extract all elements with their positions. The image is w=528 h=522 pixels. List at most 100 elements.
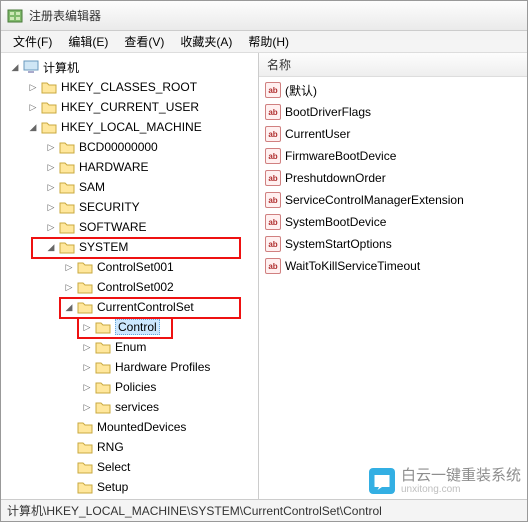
menu-file[interactable]: 文件(F) xyxy=(5,31,60,52)
tree-node-sam[interactable]: ▷ SAM xyxy=(1,177,258,197)
tree-label: ControlSet001 xyxy=(97,260,174,274)
no-toggle xyxy=(63,441,75,453)
tree-node-hwprofiles[interactable]: ▷ Hardware Profiles xyxy=(1,357,258,377)
expand-icon[interactable]: ▷ xyxy=(63,261,75,273)
tree-node-security[interactable]: ▷ SECURITY xyxy=(1,197,258,217)
value-name: BootDriverFlags xyxy=(285,105,371,119)
folder-icon xyxy=(95,380,111,394)
collapse-icon[interactable]: ◢ xyxy=(9,61,21,73)
tree-label: MountedDevices xyxy=(97,420,186,434)
tree-label: RNG xyxy=(97,440,124,454)
tree-node-enum[interactable]: ▷ Enum xyxy=(1,337,258,357)
tree-label: SOFTWARE xyxy=(79,220,147,234)
folder-icon xyxy=(95,360,111,374)
string-value-icon: ab xyxy=(265,126,281,142)
pane-divider[interactable] xyxy=(257,53,262,499)
tree-label: services xyxy=(115,400,159,414)
tree-node-select[interactable]: Select xyxy=(1,457,258,477)
expand-icon[interactable]: ▷ xyxy=(45,221,57,233)
list-row[interactable]: ab BootDriverFlags xyxy=(259,101,527,123)
collapse-icon[interactable]: ◢ xyxy=(63,301,75,313)
folder-icon xyxy=(77,280,93,294)
app-icon xyxy=(7,8,23,24)
expand-icon[interactable]: ▷ xyxy=(81,381,93,393)
expand-icon[interactable]: ▷ xyxy=(81,401,93,413)
tree-node-computer[interactable]: ◢ 计算机 xyxy=(1,57,258,77)
tree-node-hklm[interactable]: ◢ HKEY_LOCAL_MACHINE xyxy=(1,117,258,137)
list-row[interactable]: abSystemStartOptions xyxy=(259,233,527,255)
tree-node-mounted[interactable]: MountedDevices xyxy=(1,417,258,437)
watermark-sub: unxitong.com xyxy=(401,484,521,495)
menu-view[interactable]: 查看(V) xyxy=(116,31,172,52)
tree-node-rng[interactable]: RNG xyxy=(1,437,258,457)
expand-icon[interactable]: ▷ xyxy=(63,281,75,293)
tree-label: HKEY_CURRENT_USER xyxy=(61,100,199,114)
value-name: ServiceControlManagerExtension xyxy=(285,193,464,207)
list-row[interactable]: abWaitToKillServiceTimeout xyxy=(259,255,527,277)
expand-icon[interactable]: ▷ xyxy=(81,321,93,333)
expand-icon[interactable]: ▷ xyxy=(27,101,39,113)
tree-node-hkcr[interactable]: ▷ HKEY_CLASSES_ROOT xyxy=(1,77,258,97)
expand-icon[interactable]: ▷ xyxy=(81,361,93,373)
string-value-icon: ab xyxy=(265,192,281,208)
tree-label-selected: Control xyxy=(115,319,160,335)
string-value-icon: ab xyxy=(265,104,281,120)
list-row[interactable]: abSystemBootDevice xyxy=(259,211,527,233)
collapse-icon[interactable]: ◢ xyxy=(45,241,57,253)
tree-label: Hardware Profiles xyxy=(115,360,210,374)
list-row[interactable]: ab(默认) xyxy=(259,79,527,101)
expand-icon[interactable]: ▷ xyxy=(45,201,57,213)
folder-icon xyxy=(95,320,111,334)
string-value-icon: ab xyxy=(265,170,281,186)
tree-label: Enum xyxy=(115,340,146,354)
tree-node-ccs[interactable]: ◢ CurrentControlSet xyxy=(1,297,258,317)
folder-icon xyxy=(77,460,93,474)
tree-node-setup[interactable]: Setup xyxy=(1,477,258,497)
tree-node-hkcu[interactable]: ▷ HKEY_CURRENT_USER xyxy=(1,97,258,117)
folder-icon xyxy=(59,240,75,254)
string-value-icon: ab xyxy=(265,148,281,164)
expand-icon[interactable]: ▷ xyxy=(45,181,57,193)
tree-label: 计算机 xyxy=(43,59,79,76)
tree-label: BCD00000000 xyxy=(79,140,158,154)
tree-label: Select xyxy=(97,460,130,474)
tree-node-control[interactable]: ▷ Control xyxy=(1,317,258,337)
folder-icon xyxy=(77,300,93,314)
tree-node-bcd[interactable]: ▷ BCD00000000 xyxy=(1,137,258,157)
tree-node-policies[interactable]: ▷ Policies xyxy=(1,377,258,397)
expand-icon[interactable]: ▷ xyxy=(45,141,57,153)
folder-icon xyxy=(77,480,93,494)
expand-icon[interactable]: ▷ xyxy=(27,81,39,93)
value-name: FirmwareBootDevice xyxy=(285,149,396,163)
list-header[interactable]: 名称 xyxy=(259,53,527,77)
folder-icon xyxy=(41,120,57,134)
folder-icon xyxy=(59,200,75,214)
menu-edit[interactable]: 编辑(E) xyxy=(60,31,116,52)
collapse-icon[interactable]: ◢ xyxy=(27,121,39,133)
tree-label: SYSTEM xyxy=(79,240,128,254)
status-path: 计算机\HKEY_LOCAL_MACHINE\SYSTEM\CurrentCon… xyxy=(7,502,382,519)
string-value-icon: ab xyxy=(265,214,281,230)
list-row[interactable]: abPreshutdownOrder xyxy=(259,167,527,189)
tree-node-cs001[interactable]: ▷ ControlSet001 xyxy=(1,257,258,277)
computer-icon xyxy=(23,60,39,74)
value-name: CurrentUser xyxy=(285,127,350,141)
list-row[interactable]: ab FirmwareBootDevice xyxy=(259,145,527,167)
tree-node-cs002[interactable]: ▷ ControlSet002 xyxy=(1,277,258,297)
tree-node-hardware[interactable]: ▷ HARDWARE xyxy=(1,157,258,177)
menu-favorites[interactable]: 收藏夹(A) xyxy=(172,31,240,52)
no-toggle xyxy=(63,481,75,493)
value-name: WaitToKillServiceTimeout xyxy=(285,259,420,273)
list-row[interactable]: ab ServiceControlManagerExtension xyxy=(259,189,527,211)
expand-icon[interactable]: ▷ xyxy=(81,341,93,353)
list-pane: 名称 ab(默认)abBootDriverFlagsabCurrentUsera… xyxy=(259,53,527,499)
folder-icon xyxy=(59,160,75,174)
folder-icon xyxy=(59,180,75,194)
tree-node-software[interactable]: ▷ SOFTWARE xyxy=(1,217,258,237)
value-name: (默认) xyxy=(285,82,317,99)
tree-node-services[interactable]: ▷ services xyxy=(1,397,258,417)
expand-icon[interactable]: ▷ xyxy=(45,161,57,173)
list-row[interactable]: ab CurrentUser xyxy=(259,123,527,145)
tree-node-system[interactable]: ◢ SYSTEM xyxy=(1,237,258,257)
menu-help[interactable]: 帮助(H) xyxy=(240,31,297,52)
